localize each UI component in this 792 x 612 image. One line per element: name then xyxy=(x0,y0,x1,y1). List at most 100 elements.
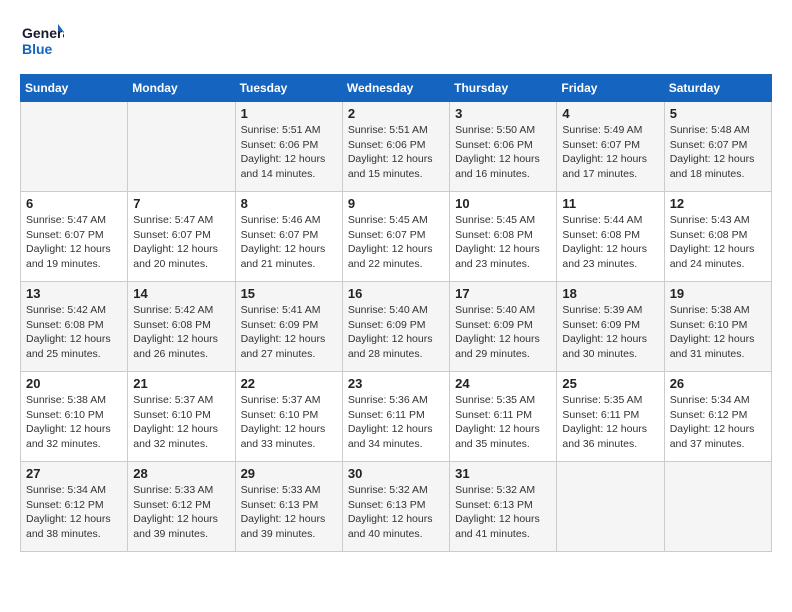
day-info: Sunrise: 5:34 AM Sunset: 6:12 PM Dayligh… xyxy=(26,483,122,542)
calendar-cell xyxy=(664,462,771,552)
day-info: Sunrise: 5:45 AM Sunset: 6:07 PM Dayligh… xyxy=(348,213,444,272)
day-number: 1 xyxy=(241,106,337,121)
calendar-table: SundayMondayTuesdayWednesdayThursdayFrid… xyxy=(20,74,772,552)
calendar-cell: 9Sunrise: 5:45 AM Sunset: 6:07 PM Daylig… xyxy=(342,192,449,282)
calendar-cell: 15 Sunrise: 5:41 AM Sunset: 6:09 PM Dayli… xyxy=(235,282,342,372)
calendar-cell: 16Sunrise: 5:40 AM Sunset: 6:09 PM Dayli… xyxy=(342,282,449,372)
day-info: Sunrise: 5:47 AM Sunset: 6:07 PM Dayligh… xyxy=(26,213,122,272)
calendar-cell: 28 Sunrise: 5:33 AM Sunset: 6:12 PM Dayli… xyxy=(128,462,235,552)
weekday-header-monday: Monday xyxy=(128,75,235,102)
calendar-cell: 8Sunrise: 5:46 AM Sunset: 6:07 PM Daylig… xyxy=(235,192,342,282)
calendar-cell: 30 Sunrise: 5:32 AM Sunset: 6:13 PM Dayli… xyxy=(342,462,449,552)
calendar-cell: 14 Sunrise: 5:42 AM Sunset: 6:08 PM Dayli… xyxy=(128,282,235,372)
day-info: Sunrise: 5:39 AM Sunset: 6:09 PM Dayligh… xyxy=(562,303,658,362)
day-number: 30 xyxy=(348,466,444,481)
weekday-header-saturday: Saturday xyxy=(664,75,771,102)
calendar-cell: 25Sunrise: 5:35 AM Sunset: 6:11 PM Dayli… xyxy=(557,372,664,462)
day-info: Sunrise: 5:33 AM Sunset: 6:13 PM Dayligh… xyxy=(241,483,337,542)
day-info: Sunrise: 5:37 AM Sunset: 6:10 PM Dayligh… xyxy=(133,393,229,452)
day-number: 23 xyxy=(348,376,444,391)
day-number: 27 xyxy=(26,466,122,481)
calendar-week-row: 13 Sunrise: 5:42 AM Sunset: 6:08 PM Dayli… xyxy=(21,282,772,372)
day-info: Sunrise: 5:35 AM Sunset: 6:11 PM Dayligh… xyxy=(455,393,551,452)
day-number: 3 xyxy=(455,106,551,121)
day-info: Sunrise: 5:50 AM Sunset: 6:06 PM Dayligh… xyxy=(455,123,551,182)
day-number: 5 xyxy=(670,106,766,121)
calendar-cell: 27 Sunrise: 5:34 AM Sunset: 6:12 PM Dayli… xyxy=(21,462,128,552)
weekday-header-tuesday: Tuesday xyxy=(235,75,342,102)
day-info: Sunrise: 5:40 AM Sunset: 6:09 PM Dayligh… xyxy=(348,303,444,362)
day-info: Sunrise: 5:51 AM Sunset: 6:06 PM Dayligh… xyxy=(241,123,337,182)
day-info: Sunrise: 5:42 AM Sunset: 6:08 PM Dayligh… xyxy=(133,303,229,362)
calendar-cell: 4 Sunrise: 5:49 AM Sunset: 6:07 PM Daylig… xyxy=(557,102,664,192)
day-info: Sunrise: 5:36 AM Sunset: 6:11 PM Dayligh… xyxy=(348,393,444,452)
day-number: 4 xyxy=(562,106,658,121)
logo: General Blue xyxy=(20,20,64,64)
calendar-cell: 7 Sunrise: 5:47 AM Sunset: 6:07 PM Daylig… xyxy=(128,192,235,282)
weekday-header-thursday: Thursday xyxy=(450,75,557,102)
day-info: Sunrise: 5:34 AM Sunset: 6:12 PM Dayligh… xyxy=(670,393,766,452)
weekday-header-sunday: Sunday xyxy=(21,75,128,102)
day-info: Sunrise: 5:41 AM Sunset: 6:09 PM Dayligh… xyxy=(241,303,337,362)
day-number: 14 xyxy=(133,286,229,301)
calendar-week-row: 27 Sunrise: 5:34 AM Sunset: 6:12 PM Dayli… xyxy=(21,462,772,552)
calendar-cell xyxy=(557,462,664,552)
day-number: 28 xyxy=(133,466,229,481)
calendar-cell: 11Sunrise: 5:44 AM Sunset: 6:08 PM Dayli… xyxy=(557,192,664,282)
day-number: 12 xyxy=(670,196,766,211)
day-info: Sunrise: 5:33 AM Sunset: 6:12 PM Dayligh… xyxy=(133,483,229,542)
day-number: 31 xyxy=(455,466,551,481)
day-number: 17 xyxy=(455,286,551,301)
day-number: 22 xyxy=(241,376,337,391)
day-info: Sunrise: 5:47 AM Sunset: 6:07 PM Dayligh… xyxy=(133,213,229,272)
day-info: Sunrise: 5:42 AM Sunset: 6:08 PM Dayligh… xyxy=(26,303,122,362)
day-number: 7 xyxy=(133,196,229,211)
calendar-cell: 20 Sunrise: 5:38 AM Sunset: 6:10 PM Dayli… xyxy=(21,372,128,462)
calendar-cell: 31 Sunrise: 5:32 AM Sunset: 6:13 PM Dayli… xyxy=(450,462,557,552)
day-number: 10 xyxy=(455,196,551,211)
day-info: Sunrise: 5:32 AM Sunset: 6:13 PM Dayligh… xyxy=(348,483,444,542)
day-number: 11 xyxy=(562,196,658,211)
calendar-cell xyxy=(128,102,235,192)
calendar-cell: 19 Sunrise: 5:38 AM Sunset: 6:10 PM Dayli… xyxy=(664,282,771,372)
calendar-week-row: 1 Sunrise: 5:51 AM Sunset: 6:06 PM Daylig… xyxy=(21,102,772,192)
page-header: General Blue xyxy=(20,20,772,64)
calendar-cell: 13 Sunrise: 5:42 AM Sunset: 6:08 PM Dayli… xyxy=(21,282,128,372)
day-info: Sunrise: 5:49 AM Sunset: 6:07 PM Dayligh… xyxy=(562,123,658,182)
day-number: 6 xyxy=(26,196,122,211)
day-number: 18 xyxy=(562,286,658,301)
day-info: Sunrise: 5:43 AM Sunset: 6:08 PM Dayligh… xyxy=(670,213,766,272)
calendar-week-row: 20 Sunrise: 5:38 AM Sunset: 6:10 PM Dayli… xyxy=(21,372,772,462)
svg-text:Blue: Blue xyxy=(22,41,53,57)
day-info: Sunrise: 5:38 AM Sunset: 6:10 PM Dayligh… xyxy=(26,393,122,452)
calendar-cell xyxy=(21,102,128,192)
day-number: 15 xyxy=(241,286,337,301)
day-info: Sunrise: 5:38 AM Sunset: 6:10 PM Dayligh… xyxy=(670,303,766,362)
calendar-cell: 23 Sunrise: 5:36 AM Sunset: 6:11 PM Dayli… xyxy=(342,372,449,462)
day-number: 25 xyxy=(562,376,658,391)
day-info: Sunrise: 5:40 AM Sunset: 6:09 PM Dayligh… xyxy=(455,303,551,362)
day-number: 20 xyxy=(26,376,122,391)
day-number: 13 xyxy=(26,286,122,301)
day-number: 29 xyxy=(241,466,337,481)
calendar-cell: 29 Sunrise: 5:33 AM Sunset: 6:13 PM Dayli… xyxy=(235,462,342,552)
day-info: Sunrise: 5:37 AM Sunset: 6:10 PM Dayligh… xyxy=(241,393,337,452)
weekday-header-wednesday: Wednesday xyxy=(342,75,449,102)
day-number: 19 xyxy=(670,286,766,301)
calendar-cell: 18 Sunrise: 5:39 AM Sunset: 6:09 PM Dayli… xyxy=(557,282,664,372)
day-number: 24 xyxy=(455,376,551,391)
calendar-cell: 2Sunrise: 5:51 AM Sunset: 6:06 PM Daylig… xyxy=(342,102,449,192)
weekday-header-row: SundayMondayTuesdayWednesdayThursdayFrid… xyxy=(21,75,772,102)
day-info: Sunrise: 5:32 AM Sunset: 6:13 PM Dayligh… xyxy=(455,483,551,542)
day-number: 2 xyxy=(348,106,444,121)
day-info: Sunrise: 5:46 AM Sunset: 6:07 PM Dayligh… xyxy=(241,213,337,272)
calendar-cell: 5Sunrise: 5:48 AM Sunset: 6:07 PM Daylig… xyxy=(664,102,771,192)
calendar-cell: 6 Sunrise: 5:47 AM Sunset: 6:07 PM Daylig… xyxy=(21,192,128,282)
logo-svg: General Blue xyxy=(20,20,64,64)
calendar-cell: 21 Sunrise: 5:37 AM Sunset: 6:10 PM Dayli… xyxy=(128,372,235,462)
calendar-cell: 1 Sunrise: 5:51 AM Sunset: 6:06 PM Daylig… xyxy=(235,102,342,192)
day-number: 26 xyxy=(670,376,766,391)
calendar-cell: 26 Sunrise: 5:34 AM Sunset: 6:12 PM Dayli… xyxy=(664,372,771,462)
calendar-cell: 24 Sunrise: 5:35 AM Sunset: 6:11 PM Dayli… xyxy=(450,372,557,462)
day-number: 21 xyxy=(133,376,229,391)
